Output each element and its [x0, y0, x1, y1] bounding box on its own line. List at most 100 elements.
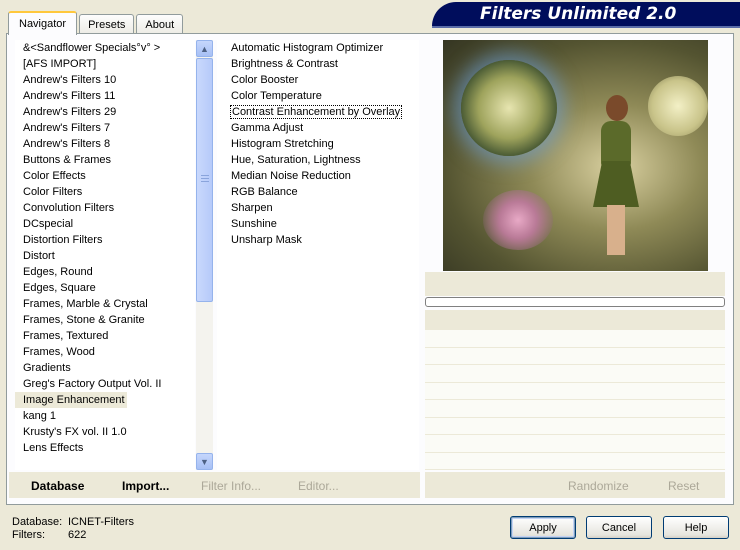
category-item[interactable]: DCspecial — [15, 216, 195, 232]
filter-item-label: Sunshine — [231, 218, 277, 230]
database-value: ICNET-Filters — [68, 516, 134, 528]
filter-item[interactable]: Color Temperature — [217, 88, 419, 104]
category-item[interactable]: &<Sandflower Specials°v° > — [15, 40, 195, 56]
filter-item[interactable]: Sharpen — [217, 200, 419, 216]
tab-strip: Navigator Presets About — [8, 10, 185, 35]
app-title-banner: Filters Unlimited 2.0 — [432, 2, 740, 26]
cancel-button[interactable]: Cancel — [586, 516, 652, 539]
category-list[interactable]: &<Sandflower Specials°v° > [AFS IMPORT] An… — [15, 40, 195, 470]
category-item[interactable]: Andrew's Filters 29 — [15, 104, 195, 120]
category-item[interactable]: Gradients — [15, 360, 195, 376]
category-item[interactable]: kang 1 — [15, 408, 195, 424]
category-item[interactable]: Edges, Square — [15, 280, 195, 296]
category-scrollbar[interactable]: ▲ ▼ — [196, 40, 213, 470]
filters-label: Filters: — [12, 529, 45, 541]
preview-clock — [461, 60, 557, 156]
filter-item[interactable]: Color Booster — [217, 72, 419, 88]
category-item[interactable]: Buttons & Frames — [15, 152, 195, 168]
preview-image — [443, 40, 708, 271]
filter-item-label: Median Noise Reduction — [231, 170, 351, 182]
filter-item-label: Sharpen — [231, 202, 273, 214]
category-item[interactable]: Krusty's FX vol. II 1.0 — [15, 424, 195, 440]
filter-item[interactable]: Sunshine — [217, 216, 419, 232]
tab-navigator[interactable]: Navigator — [8, 11, 78, 35]
preview-rose — [483, 190, 553, 250]
category-item[interactable]: Convolution Filters — [15, 200, 195, 216]
filter-list[interactable]: Automatic Histogram Optimizer Brightness … — [217, 40, 419, 470]
apply-button[interactable]: Apply — [510, 516, 576, 539]
filter-item-label: Automatic Histogram Optimizer — [231, 42, 384, 54]
slider-area — [425, 330, 725, 470]
filter-item-label: Brightness & Contrast — [231, 58, 338, 70]
category-item[interactable]: Color Effects — [15, 168, 195, 184]
filter-item-label: Gamma Adjust — [231, 122, 304, 134]
filter-item[interactable]: Contrast Enhancement by Overlay — [217, 104, 419, 120]
right-toolbar: Randomize Reset — [425, 472, 725, 498]
filter-item[interactable]: Unsharp Mask — [217, 232, 419, 248]
category-item[interactable]: [AFS IMPORT] — [15, 56, 195, 72]
scroll-thumb[interactable] — [196, 58, 213, 302]
tab-navigator-label: Navigator — [19, 18, 67, 30]
category-item[interactable]: Lens Effects — [15, 440, 195, 456]
navigator-panel: &<Sandflower Specials°v° > [AFS IMPORT] An… — [6, 33, 734, 505]
filter-item-label: Histogram Stretching — [231, 138, 334, 150]
category-item[interactable]: Frames, Marble & Crystal — [15, 296, 195, 312]
category-item[interactable]: Andrew's Filters 7 — [15, 120, 195, 136]
category-item[interactable]: Image Enhancement — [15, 392, 127, 408]
tab-about-label: About — [145, 18, 175, 31]
filter-item[interactable]: Automatic Histogram Optimizer — [217, 40, 419, 56]
preview-moon — [648, 76, 708, 136]
slider-row — [425, 400, 725, 418]
slider-row — [425, 383, 725, 400]
category-item[interactable]: Andrew's Filters 11 — [15, 88, 195, 104]
slider-row — [425, 418, 725, 435]
filter-item[interactable]: Histogram Stretching — [217, 136, 419, 152]
filter-item-label: Unsharp Mask — [231, 234, 302, 246]
tab-presets-label: Presets — [88, 18, 126, 31]
database-label: Database: — [12, 516, 63, 528]
slider-row — [425, 330, 725, 348]
category-item[interactable]: Color Filters — [15, 184, 195, 200]
slider-row — [425, 365, 725, 383]
cancel-label: Cancel — [601, 521, 637, 534]
category-item[interactable]: Andrew's Filters 8 — [15, 136, 195, 152]
tab-about[interactable]: About — [136, 14, 184, 34]
category-item[interactable]: Frames, Stone & Granite — [15, 312, 195, 328]
help-button[interactable]: Help — [663, 516, 729, 539]
filter-item[interactable]: Brightness & Contrast — [217, 56, 419, 72]
filter-item-label: Color Booster — [231, 74, 299, 86]
category-item[interactable]: Distortion Filters — [15, 232, 195, 248]
category-item[interactable]: Distort — [15, 248, 195, 264]
slider-row — [425, 435, 725, 453]
status-area: Database: ICNET-Filters Filters: 622 — [12, 516, 134, 542]
category-item[interactable]: Edges, Round — [15, 264, 195, 280]
editor-button[interactable]: Editor... — [298, 479, 339, 493]
slider-row — [425, 348, 725, 365]
preview-figure — [593, 95, 639, 255]
filter-item[interactable]: Hue, Saturation, Lightness — [217, 152, 419, 168]
filter-item[interactable]: Gamma Adjust — [217, 120, 419, 136]
filter-item-label: Contrast Enhancement by Overlay — [229, 105, 403, 119]
reset-button[interactable]: Reset — [668, 479, 699, 493]
progress-bar — [425, 297, 725, 307]
slider-header — [425, 310, 725, 330]
tab-presets[interactable]: Presets — [79, 14, 135, 34]
category-item[interactable]: Frames, Textured — [15, 328, 195, 344]
filter-item[interactable]: RGB Balance — [217, 184, 419, 200]
filter-item-label: RGB Balance — [231, 186, 298, 198]
app-title: Filters Unlimited 2.0 — [480, 4, 677, 24]
import-button[interactable]: Import... — [122, 479, 169, 493]
left-toolbar: Database Import... Filter Info... Editor… — [9, 472, 420, 498]
progress-strip — [425, 272, 725, 296]
filter-item[interactable]: Median Noise Reduction — [217, 168, 419, 184]
category-item[interactable]: Greg's Factory Output Vol. II — [15, 376, 195, 392]
category-item[interactable]: Andrew's Filters 10 — [15, 72, 195, 88]
scroll-up-button[interactable]: ▲ — [196, 40, 213, 57]
randomize-button[interactable]: Randomize — [568, 479, 629, 493]
category-item[interactable]: Frames, Wood — [15, 344, 195, 360]
database-button[interactable]: Database — [31, 479, 84, 493]
help-label: Help — [684, 521, 708, 534]
filter-item-label: Hue, Saturation, Lightness — [231, 154, 361, 166]
scroll-down-button[interactable]: ▼ — [196, 453, 213, 470]
filter-info-button[interactable]: Filter Info... — [201, 479, 261, 493]
